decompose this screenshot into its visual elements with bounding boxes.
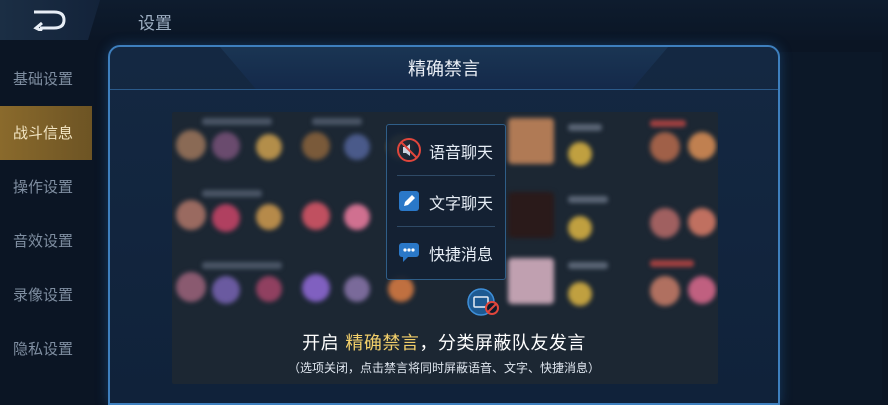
sidebar-item-privacy[interactable]: 隐私设置 [0,322,92,376]
dialog-title: 精确禁言 [408,59,480,80]
feature-caption: 开启 精确禁言，分类屏蔽队友发言 [110,329,778,355]
precise-mute-dialog: 精确禁言 语音聊天 文字聊天 快捷消息 开启 精确禁言，分类屏蔽队友发言 （选项… [108,45,780,405]
quick-message-label: 快捷消息 [429,245,494,264]
caption-prefix: 开启 [302,333,340,354]
top-bar: 设置 [0,0,888,40]
text-chat-option[interactable]: 文字聊天 [387,176,505,226]
back-button[interactable] [0,0,100,40]
mute-toggle-icon[interactable] [467,287,501,317]
speaker-muted-icon [397,138,421,162]
voice-chat-label: 语音聊天 [429,143,494,162]
sidebar-item-sound[interactable]: 音效设置 [0,214,92,268]
quick-message-option[interactable]: 快捷消息 [387,227,505,277]
sidebar: 基础设置 战斗信息 操作设置 音效设置 录像设置 隐私设置 [0,52,92,400]
sidebar-item-replay[interactable]: 录像设置 [0,268,92,322]
text-chat-label: 文字聊天 [429,194,494,213]
chat-bubble-icon [399,243,419,262]
pencil-icon [399,191,419,211]
sidebar-item-battle-info[interactable]: 战斗信息 [0,106,92,160]
page-title: 设置 [138,14,172,34]
caption-highlight: 精确禁言 [345,333,420,354]
mute-options-popup: 语音聊天 文字聊天 快捷消息 [386,124,506,280]
sidebar-item-controls[interactable]: 操作设置 [0,160,92,214]
sidebar-item-basic[interactable]: 基础设置 [0,52,92,106]
feature-subcaption: （选项关闭，点击禁言将同时屏蔽语音、文字、快捷消息） [287,361,600,375]
voice-chat-option[interactable]: 语音聊天 [387,125,505,175]
back-arrow-icon [33,10,66,31]
caption-suffix: ，分类屏蔽队友发言 [419,333,586,354]
dialog-divider [110,89,778,90]
